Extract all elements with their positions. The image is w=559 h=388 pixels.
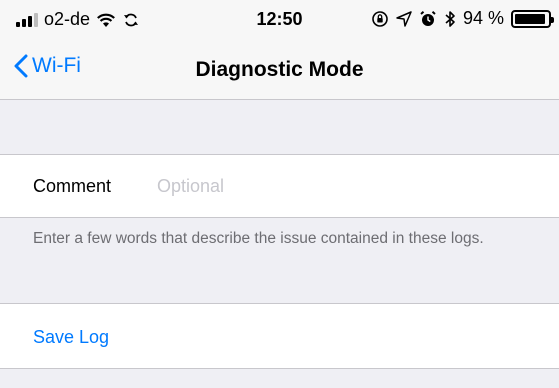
status-bar: o2-de 12:50 94 %	[0, 0, 559, 40]
alarm-icon	[420, 10, 436, 26]
comment-cell: Comment	[0, 154, 559, 218]
page-title: Diagnostic Mode	[195, 58, 364, 81]
location-icon	[396, 10, 412, 27]
battery-icon	[511, 9, 554, 28]
battery-percentage: 94 %	[462, 8, 504, 28]
comment-label: Comment	[33, 176, 112, 196]
comment-input[interactable]	[157, 171, 537, 201]
orientation-lock-icon	[372, 10, 388, 27]
status-right: 94 %	[371, 8, 554, 29]
navigation-bar: Wi-Fi Diagnostic Mode	[0, 40, 559, 100]
battery-fill	[515, 13, 546, 24]
bluetooth-icon	[445, 10, 455, 27]
battery-nub	[551, 16, 554, 23]
comment-footer-text: Enter a few words that describe the issu…	[33, 230, 484, 247]
save-log-button[interactable]: Save Log	[0, 303, 559, 369]
save-log-label: Save Log	[33, 327, 110, 347]
